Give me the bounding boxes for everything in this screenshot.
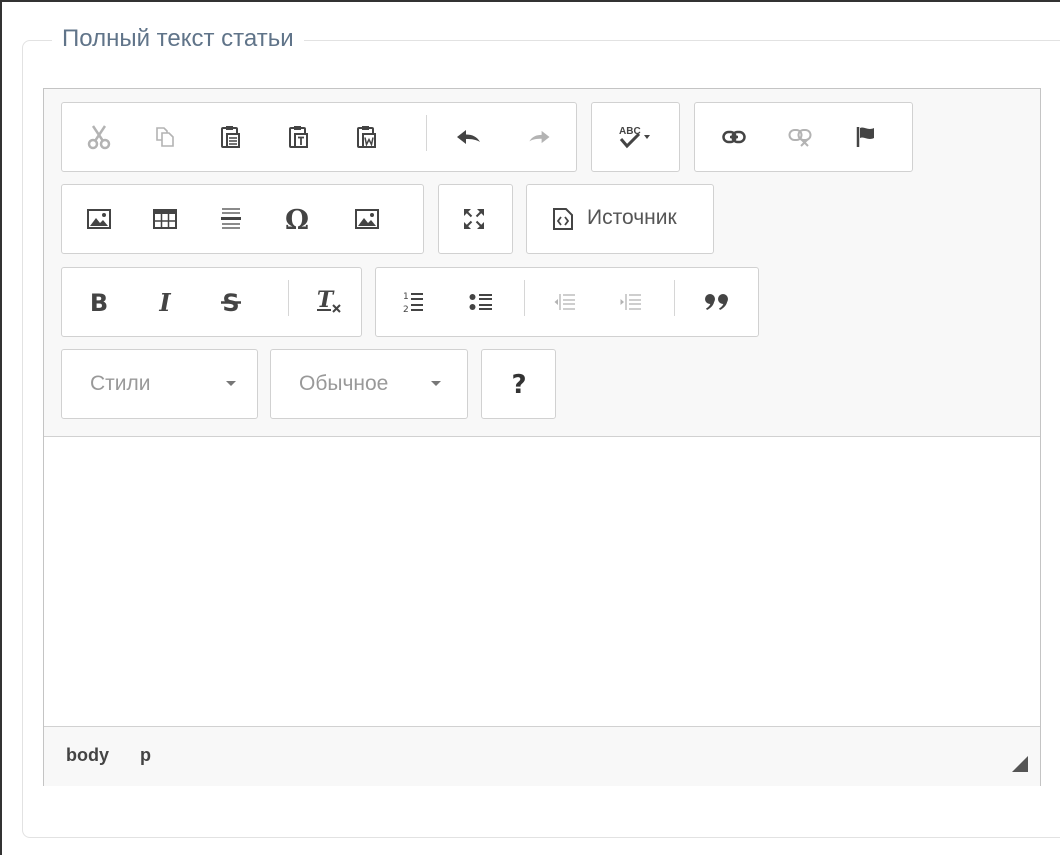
toolbar-group-basicstyles: B I S T [61, 267, 362, 337]
chevron-down-icon [431, 381, 441, 386]
paste-icon [221, 126, 240, 148]
remove-format-icon: T [317, 287, 341, 313]
paste-text-icon [289, 126, 308, 148]
paste-word-icon [357, 126, 376, 148]
spellcheck-button[interactable]: ABC [602, 103, 668, 171]
resize-handle[interactable] [1012, 756, 1028, 772]
image-alt-button[interactable] [336, 185, 398, 253]
maximize-icon [464, 209, 484, 229]
fieldset-legend: Полный текст статьи [52, 24, 304, 54]
path-item-p[interactable]: p [140, 745, 151, 766]
indent-icon [620, 294, 641, 310]
toolbar-separator [288, 280, 289, 316]
undo-button[interactable] [438, 103, 500, 171]
path-item-body[interactable]: body [66, 745, 109, 766]
cut-button[interactable] [68, 103, 130, 171]
horizontal-rule-icon [221, 208, 241, 229]
paste-word-button[interactable] [336, 103, 398, 171]
special-char-icon: Ω [285, 205, 309, 236]
table-icon [153, 209, 177, 229]
link-icon [722, 130, 746, 144]
styles-combo[interactable]: Стили [61, 349, 258, 419]
image-alt-icon [355, 209, 379, 229]
blockquote-button[interactable] [686, 268, 748, 336]
numbered-list-button[interactable]: 1 2 [382, 268, 444, 336]
source-button[interactable]: Источник [527, 185, 713, 253]
blockquote-icon [705, 294, 728, 310]
paste-text-button[interactable] [268, 103, 330, 171]
svg-text:2: 2 [403, 305, 409, 315]
bold-icon: B [90, 289, 108, 317]
editor-content-area[interactable] [44, 437, 1040, 726]
toolbar-separator [674, 280, 675, 316]
svg-text:Ω: Ω [285, 205, 309, 236]
toolbar-group-paragraph: 1 2 [375, 267, 759, 337]
help-icon: ? [511, 370, 526, 400]
horizontal-rule-button[interactable] [200, 185, 262, 253]
svg-text:B: B [90, 289, 108, 317]
styles-combo-label: Стили [90, 372, 151, 395]
help-button[interactable]: ? [488, 350, 550, 418]
bulleted-list-button[interactable] [450, 268, 512, 336]
outdent-button[interactable] [534, 268, 596, 336]
unlink-icon [788, 129, 812, 147]
toolbar-group-about: ? [481, 349, 556, 419]
format-combo[interactable]: Обычное [270, 349, 468, 419]
toolbar-group-document: Источник [526, 184, 714, 254]
toolbar-separator [524, 280, 525, 316]
copy-icon [156, 127, 174, 147]
toolbar-separator [426, 115, 427, 151]
toolbar-group-spellcheck: ABC [591, 102, 680, 172]
strike-button[interactable]: S [200, 268, 262, 336]
anchor-button[interactable] [835, 103, 897, 171]
link-button[interactable] [703, 103, 765, 171]
rich-text-editor: ABC Ω Источник B I S T 1 2 Стили Обычное… [43, 88, 1041, 786]
toolbar-group-clipboard-history [61, 102, 577, 172]
editor-toolbar: ABC Ω Источник B I S T 1 2 Стили Обычное… [44, 89, 1040, 437]
special-char-button[interactable]: Ω [266, 185, 328, 253]
redo-icon [529, 130, 550, 144]
toolbar-group-insert: Ω [61, 184, 424, 254]
remove-format-button[interactable]: T [298, 268, 360, 336]
paste-button[interactable] [200, 103, 262, 171]
toolbar-group-links [694, 102, 913, 172]
editor-statusbar: body p [44, 726, 1040, 786]
undo-icon [457, 130, 480, 144]
window-frame-top [0, 0, 1060, 2]
redo-button[interactable] [508, 103, 570, 171]
italic-button[interactable]: I [134, 268, 196, 336]
spellcheck-icon: ABC [619, 126, 650, 149]
cut-icon [87, 125, 111, 150]
source-icon [553, 208, 573, 230]
window-frame-left [0, 0, 2, 855]
bold-button[interactable]: B [68, 268, 130, 336]
strike-icon: S [221, 289, 241, 317]
image-icon [87, 209, 111, 229]
indent-button[interactable] [600, 268, 662, 336]
source-button-label: Источник [587, 206, 677, 229]
toolbar-group-tools [438, 184, 513, 254]
bulleted-list-icon [469, 294, 492, 310]
italic-icon: I [158, 288, 171, 317]
unlink-button[interactable] [769, 103, 831, 171]
svg-text:1: 1 [403, 292, 409, 302]
image-button[interactable] [68, 185, 130, 253]
format-combo-label: Обычное [299, 372, 389, 395]
maximize-button[interactable] [443, 185, 505, 253]
anchor-flag-icon [856, 127, 874, 147]
table-button[interactable] [134, 185, 196, 253]
numbered-list-icon: 1 2 [403, 292, 423, 315]
chevron-down-icon [226, 381, 236, 386]
svg-text:?: ? [511, 370, 526, 400]
svg-text:I: I [158, 288, 171, 317]
outdent-icon [554, 294, 575, 310]
copy-button[interactable] [134, 103, 196, 171]
